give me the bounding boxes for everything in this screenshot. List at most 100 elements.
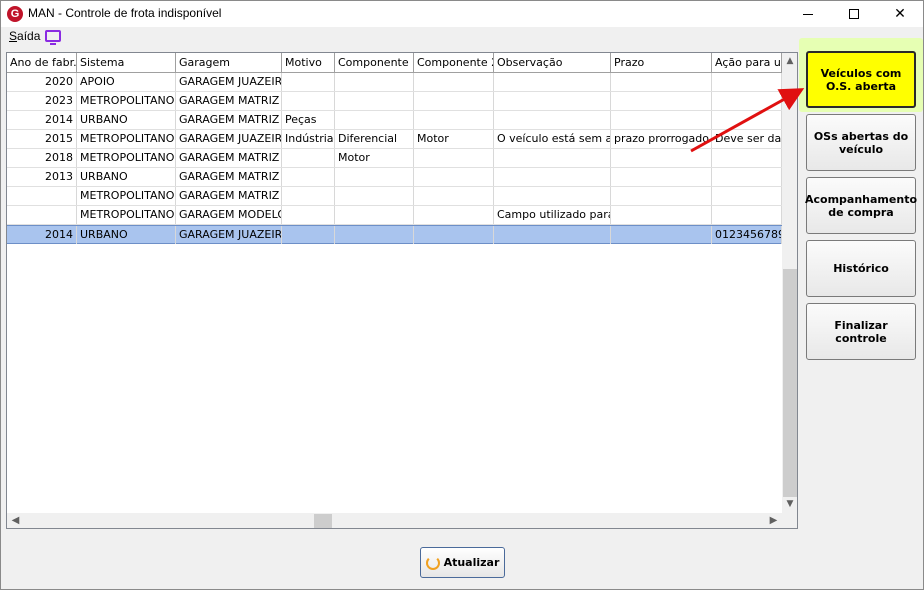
main-window: G MAN - Controle de frota indisponível ✕… — [0, 0, 924, 590]
table-cell: Peças — [282, 111, 335, 129]
table-cell — [611, 187, 712, 205]
column-header[interactable]: Ano de fabr. — [7, 53, 77, 73]
table-cell: METROPOLITANO — [77, 149, 176, 167]
table-row[interactable]: 2013 URBANO GARAGEM MATRIZ — [7, 168, 782, 187]
column-header[interactable]: Prazo — [611, 53, 712, 73]
table-cell — [414, 226, 494, 244]
table-cell: 2014 — [7, 111, 77, 129]
column-header[interactable]: Observação — [494, 53, 611, 73]
table-cell: Motor — [414, 130, 494, 148]
horizontal-scroll-thumb[interactable] — [314, 514, 332, 528]
scroll-left-icon[interactable]: ◀ — [7, 513, 24, 528]
refresh-icon — [425, 555, 440, 570]
table-cell — [335, 226, 414, 244]
table-cell: 2023 — [7, 92, 77, 110]
table-cell: 2018 — [7, 149, 77, 167]
table-cell: GARAGEM JUAZEIRO — [176, 226, 282, 244]
atualizar-button[interactable]: Atualizar — [420, 547, 505, 578]
menu-bar: Saída — [1, 27, 923, 47]
table-cell: GARAGEM MATRIZ — [176, 92, 282, 110]
table-cell: GARAGEM MATRIZ — [176, 187, 282, 205]
table-row[interactable]: 2018 METROPOLITANO GARAGEM MATRIZ Motor — [7, 149, 782, 168]
table-cell — [335, 168, 414, 186]
table-cell — [335, 73, 414, 91]
table-cell — [282, 92, 335, 110]
column-header[interactable]: Sistema — [77, 53, 176, 73]
table-cell — [7, 187, 77, 205]
side-button-panel: Veículos com O.S. aberta OSs abertas do … — [799, 38, 923, 373]
table-cell — [282, 168, 335, 186]
column-header[interactable]: Motivo — [282, 53, 335, 73]
window-title: MAN - Controle de frota indisponível — [28, 6, 222, 20]
vehicle-grid[interactable]: Ano de fabr. Sistema Garagem Motivo Componen… — [6, 52, 798, 529]
table-cell — [611, 226, 712, 244]
column-header[interactable]: Garagem — [176, 53, 282, 73]
table-row[interactable]: 2020 APOIO GARAGEM JUAZEIRO — [7, 73, 782, 92]
table-row[interactable]: 2015 METROPOLITANO GARAGEM JUAZEIRO Indústr… — [7, 130, 782, 149]
table-row[interactable]: METROPOLITANO GARAGEM MODELO Campo utiliza… — [7, 206, 782, 225]
table-cell: METROPOLITANO — [77, 130, 176, 148]
table-cell — [335, 92, 414, 110]
table-cell — [282, 73, 335, 91]
table-cell: Indústria — [282, 130, 335, 148]
table-cell: 2013 — [7, 168, 77, 186]
table-cell: 2020 — [7, 73, 77, 91]
monitor-icon[interactable] — [45, 30, 61, 45]
table-cell: 2014 — [7, 226, 77, 244]
table-cell — [335, 187, 414, 205]
close-button[interactable]: ✕ — [877, 1, 923, 27]
grid-body: 2020 APOIO GARAGEM JUAZEIRO 2023 METROPOLITA… — [7, 73, 782, 244]
oss-abertas-button[interactable]: OSs abertas do veículo — [806, 114, 916, 171]
table-cell: URBANO — [77, 226, 176, 244]
veiculos-os-aberta-button[interactable]: Veículos com O.S. aberta — [806, 51, 916, 108]
table-cell: APOIO — [77, 73, 176, 91]
table-row[interactable]: 2014 URBANO GARAGEM MATRIZ Peças — [7, 111, 782, 130]
pointer-arrow-icon — [690, 88, 805, 153]
column-header[interactable]: Ação para uni — [712, 53, 782, 73]
column-header[interactable]: Componente 2 — [414, 53, 494, 73]
table-cell: METROPOLITANO — [77, 187, 176, 205]
atualizar-label: Atualizar — [443, 556, 500, 569]
table-cell — [494, 73, 611, 91]
table-cell: 2015 — [7, 130, 77, 148]
table-cell — [494, 92, 611, 110]
table-cell: Campo utilizado para ... — [494, 206, 611, 224]
table-cell — [414, 73, 494, 91]
vertical-scroll-thumb[interactable] — [783, 269, 797, 497]
table-cell: 01234567890 — [712, 226, 782, 244]
column-header[interactable]: Componente 1 — [335, 53, 414, 73]
table-row[interactable]: METROPOLITANO GARAGEM MATRIZ — [7, 187, 782, 206]
app-logo-icon: G — [7, 6, 23, 22]
table-cell — [494, 226, 611, 244]
horizontal-scrollbar[interactable]: ◀ ▶ — [7, 513, 782, 528]
table-cell: METROPOLITANO — [77, 92, 176, 110]
title-bar: G MAN - Controle de frota indisponível ✕ — [1, 1, 923, 27]
table-cell — [611, 168, 712, 186]
acompanhamento-compra-button[interactable]: Acompanhamento de compra — [805, 177, 917, 234]
table-cell: URBANO — [77, 168, 176, 186]
table-cell: Diferencial — [335, 130, 414, 148]
table-cell: URBANO — [77, 111, 176, 129]
table-cell: GARAGEM JUAZEIRO — [176, 130, 282, 148]
scroll-down-icon[interactable]: ▼ — [782, 496, 797, 513]
table-cell — [335, 206, 414, 224]
grid-header: Ano de fabr. Sistema Garagem Motivo Componen… — [7, 53, 787, 73]
historico-button[interactable]: Histórico — [806, 240, 916, 297]
table-cell — [414, 187, 494, 205]
scroll-up-icon[interactable]: ▲ — [782, 53, 797, 70]
table-row[interactable]: 2014URBANOGARAGEM JUAZEIRO 01234567890 — [7, 225, 782, 244]
table-cell: GARAGEM MODELO — [176, 206, 282, 224]
table-cell: GARAGEM JUAZEIRO — [176, 73, 282, 91]
scroll-corner — [782, 513, 797, 528]
table-cell — [494, 149, 611, 167]
table-cell — [414, 92, 494, 110]
minimize-button[interactable] — [785, 1, 831, 27]
table-row[interactable]: 2023 METROPOLITANO GARAGEM MATRIZ — [7, 92, 782, 111]
table-cell: Motor — [335, 149, 414, 167]
table-cell: METROPOLITANO — [77, 206, 176, 224]
maximize-button[interactable] — [831, 1, 877, 27]
table-cell — [414, 111, 494, 129]
scroll-right-icon[interactable]: ▶ — [765, 513, 782, 528]
menu-saida[interactable]: Saída — [9, 29, 40, 43]
finalizar-controle-button[interactable]: Finalizar controle — [806, 303, 916, 360]
